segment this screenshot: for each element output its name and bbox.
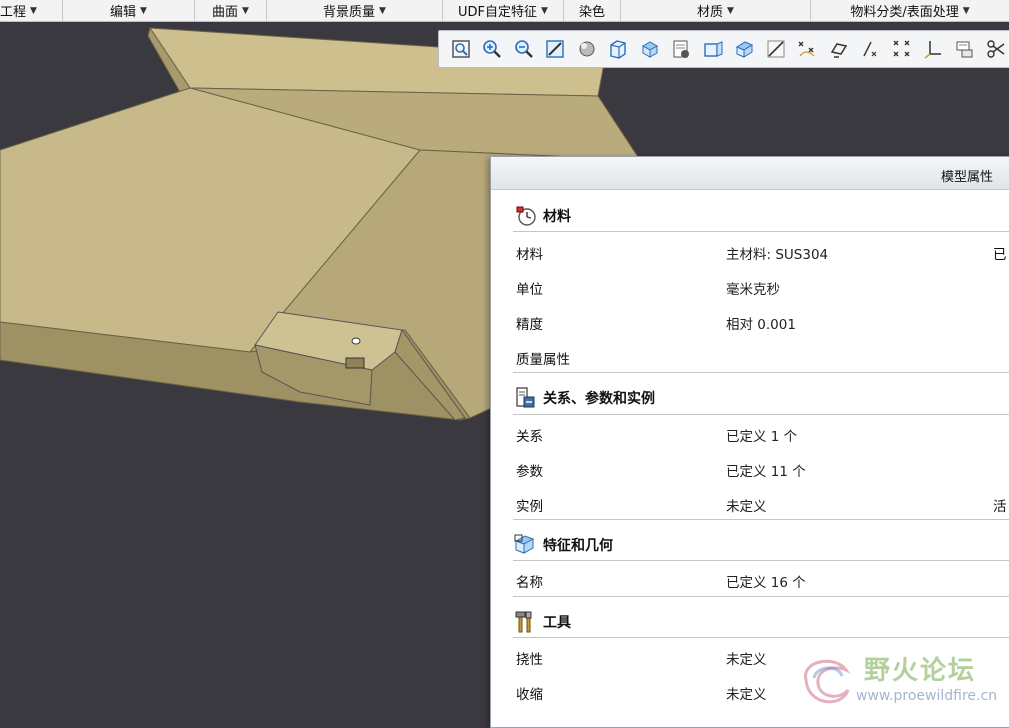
datum-point-icon[interactable] <box>792 35 824 63</box>
coordinate-icon[interactable] <box>855 35 887 63</box>
spin-center-icon[interactable] <box>697 35 729 63</box>
row-material-action[interactable]: 已 <box>993 243 1007 263</box>
row-material-label: 材料 <box>516 243 543 263</box>
row-material-value: 主材料: SUS304 <box>726 243 828 263</box>
datum-plane-icon[interactable] <box>729 35 761 63</box>
dialog-title: 模型属性 <box>941 166 993 185</box>
menu-project[interactable]: 工程 ▼ <box>0 0 63 21</box>
section-tools-title: 工具 <box>543 612 571 632</box>
layer-icon[interactable] <box>666 35 698 63</box>
feature-list-icon[interactable] <box>949 35 981 63</box>
dialog-title-bar[interactable]: 模型属性 <box>491 157 1009 190</box>
csys-icon[interactable] <box>918 35 950 63</box>
divider <box>513 560 1009 561</box>
chevron-down-icon: ▼ <box>242 6 249 16</box>
section-material: 材料 <box>513 203 571 229</box>
shading-icon[interactable] <box>571 35 603 63</box>
section-features: 特征和几何 <box>513 532 613 558</box>
feature-geometry-icon <box>513 533 539 557</box>
material-icon <box>513 204 539 228</box>
tools-icon <box>513 610 539 634</box>
menu-udf[interactable]: UDF自定特征 ▼ <box>443 0 564 21</box>
cube-view-icon[interactable] <box>603 35 635 63</box>
section-relations: 关系、参数和实例 <box>513 385 655 411</box>
divider <box>513 596 1009 597</box>
chevron-down-icon: ▼ <box>727 6 734 16</box>
menu-udf-label: UDF自定特征 <box>458 1 537 20</box>
row-shrinkage-value: 未定义 <box>726 683 767 703</box>
row-accuracy-label: 精度 <box>516 313 543 333</box>
row-flexibility-value: 未定义 <box>726 648 767 668</box>
view-toolbar <box>438 30 1009 68</box>
menu-material-label: 材质 <box>697 1 723 20</box>
menu-edit-label: 编辑 <box>110 1 136 20</box>
menu-material[interactable]: 材质 ▼ <box>621 0 811 21</box>
relations-icon <box>513 386 539 410</box>
row-flexibility-label: 挠性 <box>516 648 543 668</box>
menu-classification-label: 物料分类/表面处理 <box>850 1 958 20</box>
chevron-down-icon: ▼ <box>963 6 970 16</box>
row-instances-value: 未定义 <box>726 495 767 515</box>
row-parameters-label: 参数 <box>516 460 543 480</box>
divider <box>513 414 1009 415</box>
row-parameters-value: 已定义 11 个 <box>726 460 806 480</box>
sketch-icon[interactable] <box>823 35 855 63</box>
row-instances-label: 实例 <box>516 495 543 515</box>
section-features-title: 特征和几何 <box>543 535 613 555</box>
row-names-label: 名称 <box>516 571 543 591</box>
menu-bar: 工程 ▼ 编辑 ▼ 曲面 ▼ 背景质量 ▼ UDF自定特征 ▼ 染色 材质 ▼ 物料分类/表… <box>0 0 1009 22</box>
row-mass-props-label: 质量属性 <box>516 348 570 368</box>
menu-background-quality[interactable]: 背景质量 ▼ <box>267 0 443 21</box>
saved-view-icon[interactable] <box>634 35 666 63</box>
menu-project-label: 工程 <box>0 1 26 20</box>
menu-classification[interactable]: 物料分类/表面处理 ▼ <box>811 0 1009 21</box>
divider <box>513 231 1009 232</box>
repaint-icon[interactable] <box>540 35 572 63</box>
zoom-in-icon[interactable] <box>477 35 509 63</box>
zoom-out-icon[interactable] <box>508 35 540 63</box>
menu-surface[interactable]: 曲面 ▼ <box>195 0 267 21</box>
annotation-icon[interactable] <box>886 35 918 63</box>
section-material-title: 材料 <box>543 206 571 226</box>
model-properties-dialog: 模型属性 材料 材料 主材料: SUS304 已 单位 毫米克秒 精度 相对 0… <box>490 156 1009 728</box>
row-shrinkage-label: 收缩 <box>516 683 543 703</box>
menu-edit[interactable]: 编辑 ▼ <box>63 0 195 21</box>
menu-surface-label: 曲面 <box>212 1 238 20</box>
row-accuracy-value: 相对 0.001 <box>726 313 796 333</box>
divider <box>513 372 1009 373</box>
row-names-value: 已定义 16 个 <box>726 571 806 591</box>
chevron-down-icon: ▼ <box>30 6 37 16</box>
trim-icon[interactable] <box>981 35 1009 63</box>
zoom-fit-icon[interactable] <box>445 35 477 63</box>
row-units-value: 毫米克秒 <box>726 278 780 298</box>
row-instances-action[interactable]: 活 <box>993 495 1007 515</box>
divider <box>513 519 1009 520</box>
chevron-down-icon: ▼ <box>541 6 548 16</box>
chevron-down-icon: ▼ <box>379 6 386 16</box>
datum-axis-icon[interactable] <box>760 35 792 63</box>
section-tools: 工具 <box>513 609 571 635</box>
section-relations-title: 关系、参数和实例 <box>543 388 655 408</box>
menu-color-label: 染色 <box>579 1 605 20</box>
row-relations-label: 关系 <box>516 425 543 445</box>
menu-color[interactable]: 染色 <box>564 0 621 21</box>
menu-background-quality-label: 背景质量 <box>323 1 375 20</box>
divider <box>513 637 1009 638</box>
row-relations-value: 已定义 1 个 <box>726 425 797 445</box>
row-units-label: 单位 <box>516 278 543 298</box>
chevron-down-icon: ▼ <box>140 6 147 16</box>
